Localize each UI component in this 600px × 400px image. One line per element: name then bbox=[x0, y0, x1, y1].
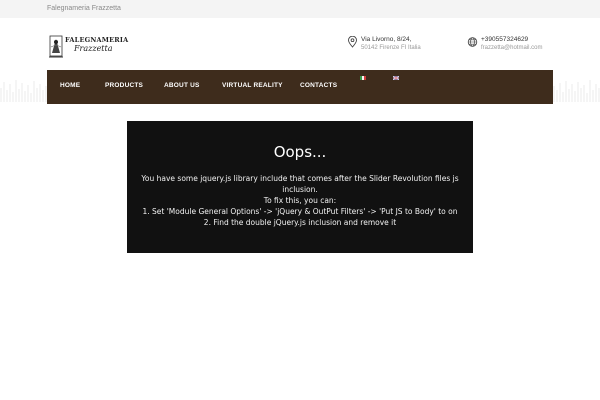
error-line: You have some jquery.js library include … bbox=[141, 174, 459, 183]
location-pin-icon bbox=[348, 36, 357, 48]
nav-virtual-reality[interactable]: VIRTUAL REALITY bbox=[222, 82, 283, 89]
error-line: inclusion. bbox=[282, 185, 318, 194]
nav-contacts[interactable]: CONTACTS bbox=[300, 82, 337, 89]
error-title: Oops... bbox=[273, 143, 327, 161]
workshop-logo-icon bbox=[49, 35, 63, 58]
top-bar: Falegnameria Frazzetta bbox=[0, 0, 600, 18]
nav-about-us[interactable]: ABOUT US bbox=[164, 82, 200, 89]
italian-flag-icon[interactable] bbox=[360, 76, 366, 80]
address-line-2: 50142 Firenze FI Italia bbox=[361, 45, 421, 51]
phone-number[interactable]: +390557324629 bbox=[481, 36, 528, 43]
address-line-1: Via Livorno, 8/24, bbox=[361, 36, 412, 43]
site-logo[interactable]: FALEGNAMERIA Frazzetta bbox=[47, 32, 128, 62]
slider-error-box: Oops... You have some jquery.js library … bbox=[127, 121, 473, 253]
nav-home[interactable]: HOME bbox=[60, 82, 80, 89]
top-bar-brand: Falegnameria Frazzetta bbox=[47, 5, 121, 12]
decorative-ticks-right bbox=[553, 80, 600, 102]
uk-flag-icon[interactable] bbox=[393, 76, 399, 80]
navigation-wrapper: HOME PRODUCTS ABOUT US VIRTUAL REALITY C… bbox=[0, 70, 600, 104]
decorative-ticks-left bbox=[0, 80, 47, 102]
error-line: To fix this, you can: bbox=[263, 196, 337, 205]
main-navigation: HOME PRODUCTS ABOUT US VIRTUAL REALITY C… bbox=[47, 70, 553, 104]
error-line: 1. Set 'Module General Options' -> 'jQue… bbox=[142, 207, 458, 216]
site-header: FALEGNAMERIA Frazzetta Via Livorno, 8/24… bbox=[0, 18, 600, 70]
error-message: You have some jquery.js library include … bbox=[127, 173, 473, 228]
contact-address: Via Livorno, 8/24, 50142 Firenze FI Ital… bbox=[347, 36, 457, 56]
globe-icon bbox=[467, 37, 478, 47]
logo-script-name: Frazzetta bbox=[74, 44, 113, 53]
contact-phone: +390557324629 frazzetta@hotmail.com bbox=[467, 36, 577, 56]
logo-name: FALEGNAMERIA bbox=[65, 36, 129, 44]
email-address[interactable]: frazzetta@hotmail.com bbox=[481, 45, 542, 51]
nav-products[interactable]: PRODUCTS bbox=[105, 82, 143, 89]
error-line: 2. Find the double jQuery.js inclusion a… bbox=[203, 218, 397, 227]
